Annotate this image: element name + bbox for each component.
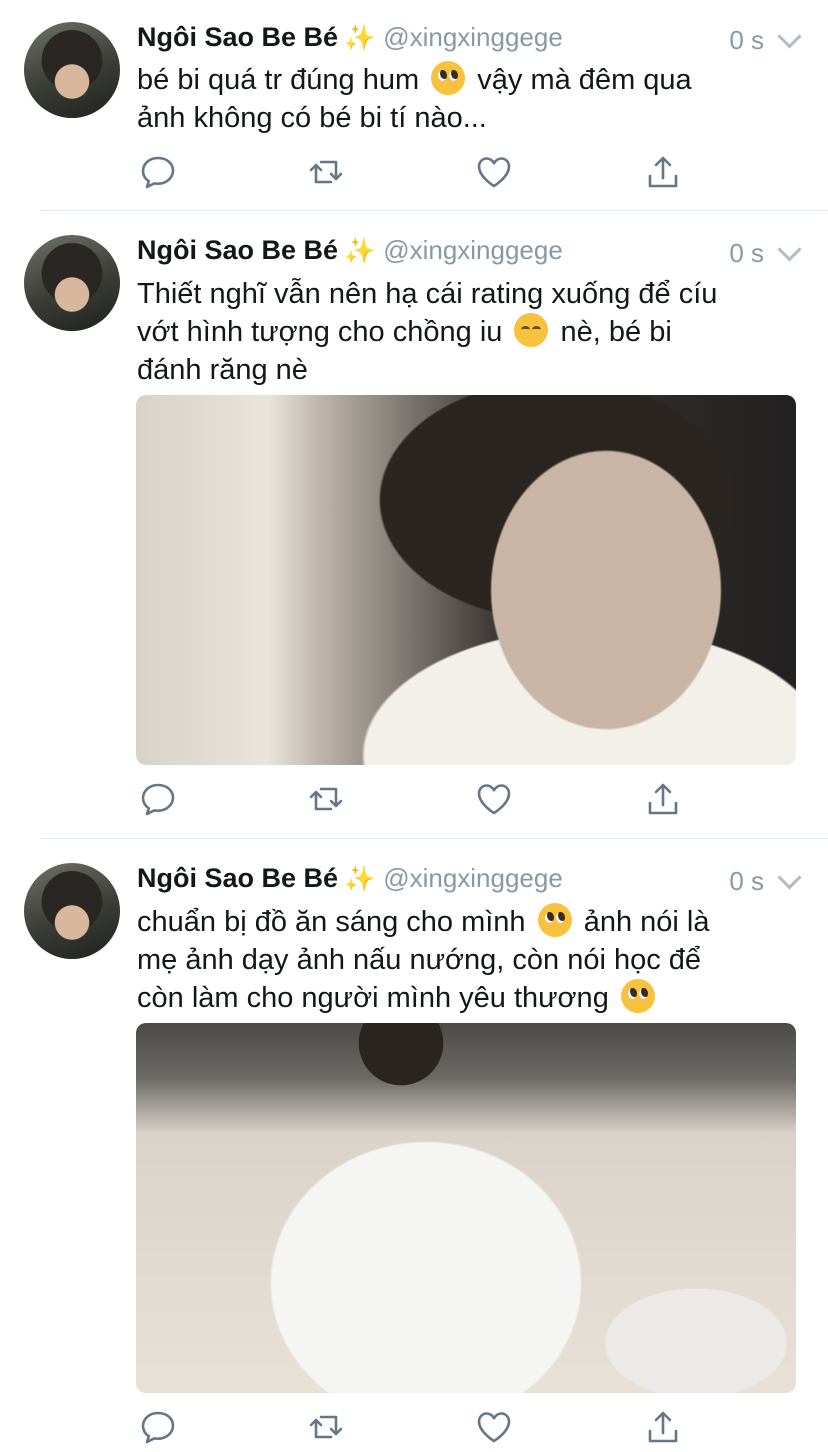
display-name[interactable]: Ngôi Sao Be Bé: [137, 235, 338, 265]
timestamp: 0 s: [729, 866, 764, 896]
heart-icon: [477, 784, 511, 815]
tweet-text-line: chuẩn bị đồ ăn sáng cho mình: [137, 906, 526, 938]
like-button[interactable]: [474, 152, 514, 192]
tweet-text-line: Thiết nghĩ vẫn nên hạ cái rating xuống đ…: [137, 278, 718, 310]
retweet-button[interactable]: [306, 152, 346, 192]
reply-button[interactable]: [138, 152, 178, 192]
tweet-photo[interactable]: [136, 395, 796, 765]
heart-icon: [477, 157, 511, 188]
retweet-button[interactable]: [306, 779, 346, 819]
tweet-text-line: đánh răng nè: [137, 354, 308, 386]
tweet-text-line: mẹ ảnh dạy ảnh nấu nướng, còn nói học để: [137, 944, 702, 976]
pleading-face-emoji: [620, 979, 655, 1013]
sparkles-emoji: ✨: [344, 24, 376, 52]
pleading-face-emoji: [431, 61, 466, 95]
like-button[interactable]: [474, 1407, 514, 1447]
smiling-face-emoji: [514, 313, 549, 347]
avatar[interactable]: [24, 235, 120, 331]
tweet-header: Ngôi Sao Be Bé ✨ @xingxinggege: [137, 863, 563, 903]
tweet-actions: [136, 1407, 696, 1447]
tweet[interactable]: Ngôi Sao Be Bé ✨ @xingxinggege 0 s chuẩn b…: [0, 839, 828, 1444]
share-icon: [648, 156, 678, 188]
like-button[interactable]: [474, 779, 514, 819]
tweet-header: Ngôi Sao Be Bé ✨ @xingxinggege: [137, 235, 563, 275]
heart-icon: [477, 1412, 511, 1443]
user-handle[interactable]: @xingxinggege: [383, 22, 563, 52]
tweet-header: Ngôi Sao Be Bé ✨ @xingxinggege: [137, 22, 563, 62]
reply-icon: [141, 783, 175, 816]
share-button[interactable]: [643, 779, 683, 819]
tweet-text: Thiết nghĩ vẫn nên hạ cái rating xuống đ…: [137, 275, 807, 389]
tweet-photo[interactable]: [136, 1023, 796, 1393]
tweet-text-line: bé bi quá tr đúng hum: [137, 64, 420, 96]
reply-button[interactable]: [138, 779, 178, 819]
tweet[interactable]: Ngôi Sao Be Bé ✨ @xingxinggege 0 s Thiết n…: [0, 211, 828, 838]
sparkles-emoji: ✨: [344, 237, 376, 265]
timestamp: 0 s: [729, 238, 764, 268]
tweet-text-line: ảnh không có bé bi tí nào...: [137, 102, 487, 134]
retweet-icon: [309, 787, 343, 811]
share-icon: [648, 1411, 678, 1443]
share-button[interactable]: [643, 1407, 683, 1447]
retweet-icon: [309, 1415, 343, 1439]
chevron-down-icon[interactable]: [777, 865, 802, 890]
tweet[interactable]: Ngôi Sao Be Bé ✨ @xingxinggege 0 s bé bi q…: [0, 0, 828, 210]
chevron-down-icon[interactable]: [777, 237, 802, 262]
reply-button[interactable]: [138, 1407, 178, 1447]
tweet-text-line: ảnh nói là: [583, 906, 710, 938]
pleading-face-emoji: [537, 903, 572, 937]
tweet-text: bé bi quá tr đúng hum vậy mà đêm qua ảnh…: [137, 61, 807, 137]
share-icon: [648, 783, 678, 815]
user-handle[interactable]: @xingxinggege: [383, 235, 563, 265]
tweet-text-line: vậy mà đêm qua: [477, 64, 692, 96]
retweet-icon: [309, 160, 343, 184]
sparkles-emoji: ✨: [344, 865, 376, 893]
tweet-text-line: nè, bé bi: [560, 316, 672, 348]
tweet-text: chuẩn bị đồ ăn sáng cho mình ảnh nói là …: [137, 903, 807, 1017]
tweet-actions: [136, 152, 696, 192]
tweet-text-line: còn làm cho người mình yêu thương: [137, 982, 609, 1014]
display-name[interactable]: Ngôi Sao Be Bé: [137, 22, 338, 52]
display-name[interactable]: Ngôi Sao Be Bé: [137, 863, 338, 893]
avatar[interactable]: [24, 22, 120, 118]
share-button[interactable]: [643, 152, 683, 192]
user-handle[interactable]: @xingxinggege: [383, 863, 563, 893]
retweet-button[interactable]: [306, 1407, 346, 1447]
timestamp: 0 s: [729, 25, 764, 55]
avatar[interactable]: [24, 863, 120, 959]
tweet-actions: [136, 779, 696, 819]
reply-icon: [141, 156, 175, 189]
tweet-text-line: vớt hình tượng cho chồng iu: [137, 316, 503, 348]
reply-icon: [141, 1411, 175, 1444]
chevron-down-icon[interactable]: [777, 24, 802, 49]
